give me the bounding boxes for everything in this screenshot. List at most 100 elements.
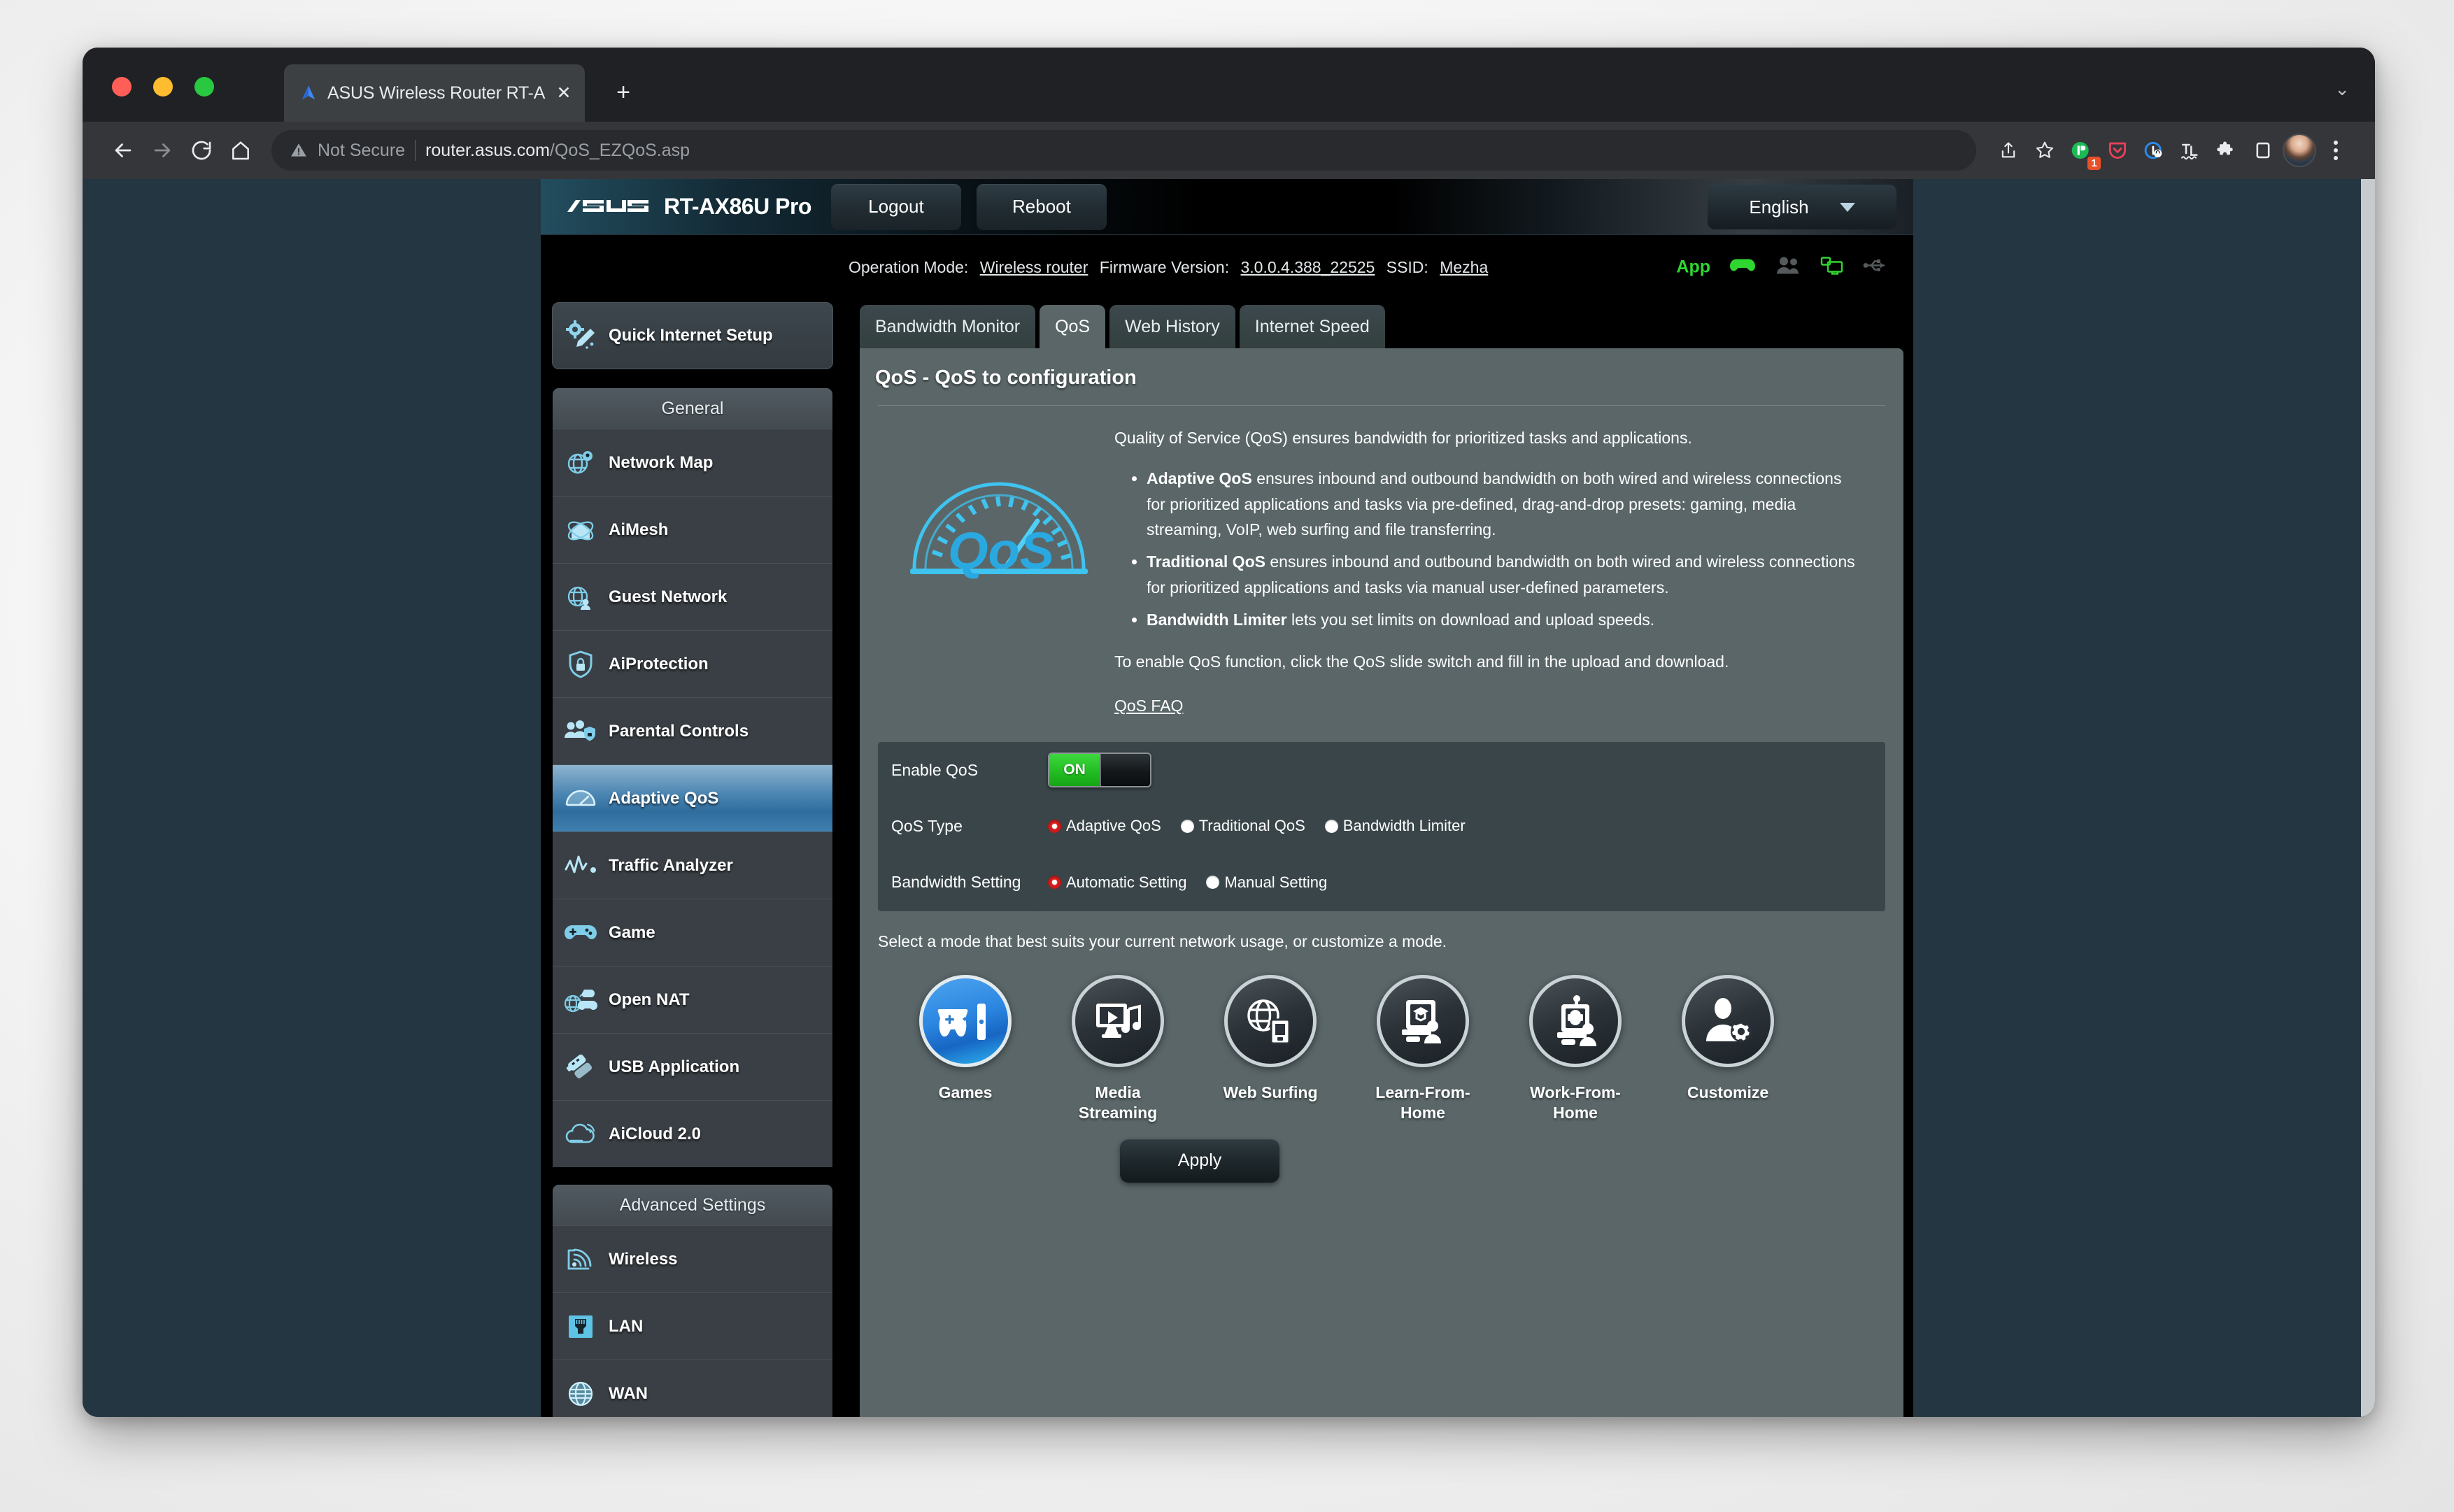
radio-bandwidth-limiter[interactable]: Bandwidth Limiter [1324,817,1466,835]
omnibox-divider [415,140,416,161]
browser-window: ASUS Wireless Router RT-AX8 ✕ + ⌄ Not Se… [83,48,2375,1417]
sidebar-item-label: Network Map [609,452,714,472]
table-row: Bandwidth Setting Automatic Setting Manu… [879,854,1885,911]
sidebar-item-label: LAN [609,1316,644,1336]
bullet-title: Traditional QoS [1147,552,1265,571]
maximize-window-button[interactable] [194,77,214,97]
extensions-puzzle-icon[interactable] [2208,132,2245,169]
close-window-button[interactable] [112,77,132,97]
new-tab-button[interactable]: + [611,80,636,106]
learn-from-home-icon [1377,974,1469,1067]
share-icon[interactable] [1990,132,2027,169]
close-tab-icon[interactable]: ✕ [554,83,574,103]
language-select[interactable]: English [1708,185,1896,229]
radio-automatic-setting[interactable]: Automatic Setting [1048,873,1186,892]
radio-adaptive-qos[interactable]: Adaptive QoS [1048,817,1161,835]
ssid-value[interactable]: Mezha [1440,258,1488,276]
mode-learn-from-home[interactable]: Learn-From-Home [1363,974,1482,1124]
profile-avatar-icon[interactable] [2281,132,2318,169]
mode-label: Customize [1687,1083,1769,1101]
side-panel-icon[interactable] [2245,132,2281,169]
browser-tab[interactable]: ASUS Wireless Router RT-AX8 ✕ [284,64,585,122]
media-streaming-icon [1072,974,1164,1067]
three-dot-menu-icon[interactable] [2318,132,2354,169]
enable-qos-toggle[interactable]: ON [1048,753,1151,788]
privacy-extension-icon[interactable] [2136,132,2172,169]
apply-button[interactable]: Apply [1120,1139,1279,1183]
mode-media-streaming[interactable]: Media Streaming [1058,974,1177,1124]
reboot-button[interactable]: Reboot [976,183,1107,230]
sidebar-item-usb-application[interactable]: USB Application [553,1033,832,1100]
sidebar-item-game[interactable]: Game [553,899,832,966]
sidebar-item-guest-network[interactable]: Guest Network [553,563,832,630]
sidebar-item-open-nat[interactable]: Open NAT [553,966,832,1033]
mode-games[interactable]: Games [906,974,1025,1124]
not-secure-warning-icon [290,141,308,159]
qos-configuration-card: QoS - QoS to configuration QoS Quality o… [860,348,1903,1417]
app-label[interactable]: App [1676,257,1710,278]
operation-mode-value[interactable]: Wireless router [980,258,1088,276]
radio-traditional-qos[interactable]: Traditional QoS [1180,817,1305,835]
qos-mode-grid: Games Media Streaming Web Surfing Learn-… [878,974,1885,1124]
mode-prompt-text: Select a mode that best suits your curre… [878,932,1447,950]
qos-lead-text: Quality of Service (QoS) ensures bandwid… [1114,429,1692,447]
operation-mode-label: Operation Mode: [849,257,969,276]
back-button[interactable] [104,131,143,170]
sidebar-item-wireless[interactable]: Wireless [553,1225,832,1292]
router-model-name: RT-AX86U Pro [664,194,811,219]
tab-bandwidth-monitor[interactable]: Bandwidth Monitor [860,305,1036,348]
work-from-home-icon [1529,974,1622,1067]
sidebar-item-wan[interactable]: WAN [553,1360,832,1417]
minimize-window-button[interactable] [153,77,173,97]
radio-manual-setting[interactable]: Manual Setting [1206,873,1327,892]
pocket-shield-extension-icon[interactable] [2099,132,2136,169]
qos-faq-link[interactable]: QoS FAQ [1114,693,1183,718]
game-controller-icon[interactable] [1729,255,1757,280]
guest-network-icon [562,583,599,612]
avatar [2283,134,2316,167]
reload-button[interactable] [182,131,221,170]
sidebar-item-traffic-analyzer[interactable]: Traffic Analyzer [553,832,832,899]
firmware-value[interactable]: 3.0.0.4.388_22525 [1240,258,1375,276]
ssid-label: SSID: [1386,257,1428,276]
bookmark-star-icon[interactable] [2027,132,2063,169]
mode-customize[interactable]: Customize [1668,974,1787,1124]
tab-web-history[interactable]: Web History [1109,305,1235,348]
sidebar-item-aiprotection[interactable]: AiProtection [553,630,832,697]
usb-icon[interactable] [1863,257,1888,278]
game-controller-icon [562,921,599,945]
network-map-icon [562,448,599,478]
wireless-icon [562,1245,599,1274]
sidebar-item-aimesh[interactable]: AiMesh [553,496,832,563]
logout-button[interactable]: Logout [830,183,961,230]
usb-application-icon [562,1053,599,1082]
forward-button[interactable] [143,131,182,170]
home-button[interactable] [221,131,260,170]
enable-qos-value: ON [1033,743,1885,798]
password-manager-extension-icon[interactable]: 1 [2063,132,2101,170]
sidebar-item-network-map[interactable]: Network Map [553,429,832,496]
sidebar-item-aicloud[interactable]: AiCloud 2.0 [553,1100,832,1167]
chevron-down-icon[interactable]: ⌄ [2334,78,2350,100]
page-scrollbar[interactable] [2361,179,2375,1417]
list-item: Adaptive QoS ensures inbound and outboun… [1147,466,1857,542]
sidebar-item-parental-controls[interactable]: Parental Controls [553,697,832,764]
mode-work-from-home[interactable]: Work-From-Home [1516,974,1635,1124]
sidebar-item-lan[interactable]: LAN [553,1292,832,1360]
tab-qos[interactable]: QoS [1040,305,1106,348]
usb-device-icon[interactable] [1820,255,1845,280]
address-bar[interactable]: Not Secure router.asus.com/QoS_EZQoS.asp [271,130,1976,171]
bandwidth-setting-label: Bandwidth Setting [879,854,1033,911]
sidebar-item-label: WAN [609,1383,648,1403]
tab-internet-speed[interactable]: Internet Speed [1239,305,1385,348]
sidebar-item-quick-internet-setup[interactable]: Quick Internet Setup [552,302,833,369]
sidebar-item-adaptive-qos[interactable]: Adaptive QoS [553,764,832,832]
sidebar-item-label: Wireless [609,1249,678,1269]
mode-web-surfing[interactable]: Web Surfing [1211,974,1330,1124]
wan-globe-icon [562,1378,599,1409]
clients-icon[interactable] [1775,255,1801,280]
qos-feature-list: Adaptive QoS ensures inbound and outboun… [1147,466,1857,632]
sidebar-item-label: Quick Internet Setup [609,325,773,345]
radio-dot [1206,876,1220,890]
languagetool-extension-icon[interactable] [2172,132,2208,169]
